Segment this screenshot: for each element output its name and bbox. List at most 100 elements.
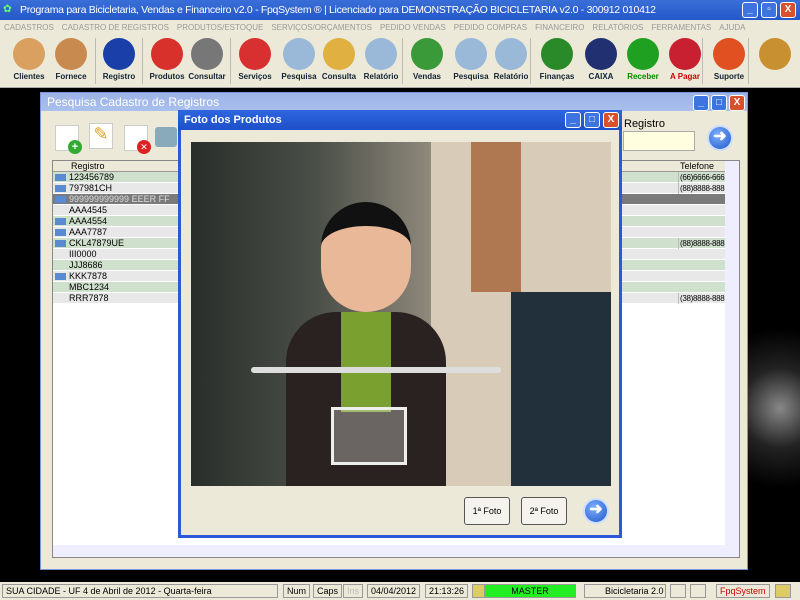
- menu-item[interactable]: FINANCEIRO: [535, 23, 584, 32]
- toolbar-label: Fornece: [55, 72, 87, 81]
- toolbar-button[interactable]: Clientes: [6, 36, 52, 86]
- new-record-icon[interactable]: +: [55, 125, 82, 154]
- second-photo-button[interactable]: 2ª Foto: [521, 497, 567, 525]
- print-icon[interactable]: [155, 127, 177, 147]
- product-photo: [191, 142, 611, 486]
- photo-icon[interactable]: [55, 273, 66, 280]
- photo-close-button[interactable]: X: [603, 112, 619, 128]
- search-go-button[interactable]: ➜: [707, 125, 733, 151]
- close-button[interactable]: X: [780, 2, 796, 18]
- toolbar-button[interactable]: Fornece: [48, 36, 94, 86]
- photo-basket: [331, 407, 407, 465]
- search-input[interactable]: [623, 131, 695, 151]
- menu-item[interactable]: PRODUTOS/ESTOQUE: [177, 23, 263, 32]
- edit-record-icon[interactable]: ✎: [89, 123, 113, 149]
- toolbar-button[interactable]: Finanças: [534, 36, 580, 86]
- toolbar-separator: [230, 38, 231, 84]
- column-header-registro[interactable]: Registro: [71, 161, 105, 172]
- app-icon: ✿: [3, 3, 12, 15]
- toolbar-button[interactable]: A Pagar: [662, 36, 708, 86]
- toolbar-label: Relatório: [363, 72, 399, 81]
- photo-icon[interactable]: [55, 240, 66, 247]
- toolbar-label: Vendas: [412, 72, 441, 81]
- menu-item[interactable]: PEDIDO COMPRAS: [454, 23, 527, 32]
- cell-registro: AAA7787: [69, 227, 108, 237]
- cell-registro: AAA4545: [69, 205, 108, 215]
- toolbar-icon: [103, 38, 135, 70]
- toolbar-icon: [713, 38, 745, 70]
- cell-registro: III0000: [69, 249, 97, 259]
- printer-icon[interactable]: [670, 584, 686, 598]
- toolbar-button[interactable]: Serviços: [232, 36, 278, 86]
- toolbar-button[interactable]: CAIXA: [578, 36, 624, 86]
- menu-item[interactable]: CADASTRO DE REGISTROS: [62, 23, 169, 32]
- toolbar-icon: [669, 38, 701, 70]
- toolbar-icon: [283, 38, 315, 70]
- cell-registro: RRR7878: [69, 293, 109, 303]
- toolbar-icon: [191, 38, 223, 70]
- toolbar-button[interactable]: Relatório: [488, 36, 534, 86]
- menu-item[interactable]: AJUDA: [719, 23, 745, 32]
- toolbar-icon: [541, 38, 573, 70]
- first-photo-button[interactable]: 1ª Foto: [464, 497, 510, 525]
- search-maximize-button[interactable]: □: [711, 95, 727, 111]
- photo-jeans: [511, 292, 611, 486]
- toolbar-label: Serviços: [238, 72, 272, 81]
- cell-registro: AAA4554: [69, 216, 108, 226]
- toolbar-label: CAIXA: [588, 72, 614, 81]
- cell-registro: 797981CH: [69, 183, 113, 193]
- menu-item[interactable]: FERRAMENTAS: [651, 23, 711, 32]
- photo-icon[interactable]: [55, 229, 66, 236]
- computer-icon[interactable]: [690, 584, 706, 598]
- cell-registro: 123456789: [69, 172, 115, 182]
- toolbar-button[interactable]: [752, 36, 798, 86]
- photo-icon[interactable]: [55, 185, 66, 192]
- photo-icon[interactable]: [55, 196, 66, 203]
- photo-dialog: Foto dos Produtos _ □ X 1ª Foto 2ª Foto …: [178, 110, 622, 538]
- toolbar-label: Relatório: [493, 72, 529, 81]
- toolbar-button[interactable]: Vendas: [404, 36, 450, 86]
- toolbar-button[interactable]: Consultar: [184, 36, 230, 86]
- horizontal-scrollbar[interactable]: [53, 545, 739, 557]
- app-title-bar: ✿ Programa para Bicicletaria, Vendas e F…: [0, 0, 800, 20]
- toolbar-icon: [495, 38, 527, 70]
- minimize-button[interactable]: _: [742, 2, 758, 18]
- toolbar-icon: [151, 38, 183, 70]
- delete-record-icon[interactable]: ✕: [124, 125, 151, 154]
- status-location: SUA CIDADE - UF 4 de Abril de 2012 - Qua…: [2, 584, 278, 598]
- restore-button[interactable]: ▫: [761, 2, 777, 18]
- menu-item[interactable]: PEDIDO VENDAS: [380, 23, 446, 32]
- search-window-title: Pesquisa Cadastro de Registros: [41, 93, 747, 111]
- menu-item[interactable]: RELATÓRIOS: [592, 23, 643, 32]
- menu-bar: CADASTROS CADASTRO DE REGISTROS PRODUTOS/E…: [0, 20, 800, 34]
- photo-minimize-button[interactable]: _: [565, 112, 581, 128]
- toolbar-icon: [239, 38, 271, 70]
- search-label: Registro: [624, 118, 665, 130]
- toolbar-icon: [323, 38, 355, 70]
- status-num: Num: [283, 584, 311, 598]
- search-close-button[interactable]: X: [729, 95, 745, 111]
- cell-registro: KKK7878: [69, 271, 108, 281]
- photo-next-button[interactable]: ➜: [583, 498, 609, 524]
- photo-icon[interactable]: [55, 174, 66, 181]
- toolbar-label: Registro: [102, 72, 136, 81]
- vertical-scrollbar[interactable]: [725, 161, 739, 545]
- toolbar-button[interactable]: Suporte: [706, 36, 752, 86]
- menu-item[interactable]: SERVIÇOS/ORÇAMENTOS: [271, 23, 372, 32]
- toolbar-label: Consultar: [188, 72, 226, 81]
- toolbar-icon: [627, 38, 659, 70]
- toolbar-separator: [142, 38, 143, 84]
- toolbar-button[interactable]: Receber: [620, 36, 666, 86]
- photo-icon[interactable]: [55, 218, 66, 225]
- app-title: Programa para Bicicletaria, Vendas e Fin…: [20, 4, 656, 16]
- toolbar-button[interactable]: Consulta: [316, 36, 362, 86]
- toolbar-button[interactable]: Registro: [96, 36, 142, 86]
- status-caps: Caps: [313, 584, 343, 598]
- cell-registro: JJJ8686: [69, 260, 103, 270]
- menu-item[interactable]: CADASTROS: [4, 23, 54, 32]
- cell-registro: MBC1234: [69, 282, 110, 292]
- column-header-telefone[interactable]: Telefone: [680, 161, 714, 172]
- photo-maximize-button[interactable]: □: [584, 112, 600, 128]
- search-minimize-button[interactable]: _: [693, 95, 709, 111]
- toolbar-button[interactable]: Relatório: [358, 36, 404, 86]
